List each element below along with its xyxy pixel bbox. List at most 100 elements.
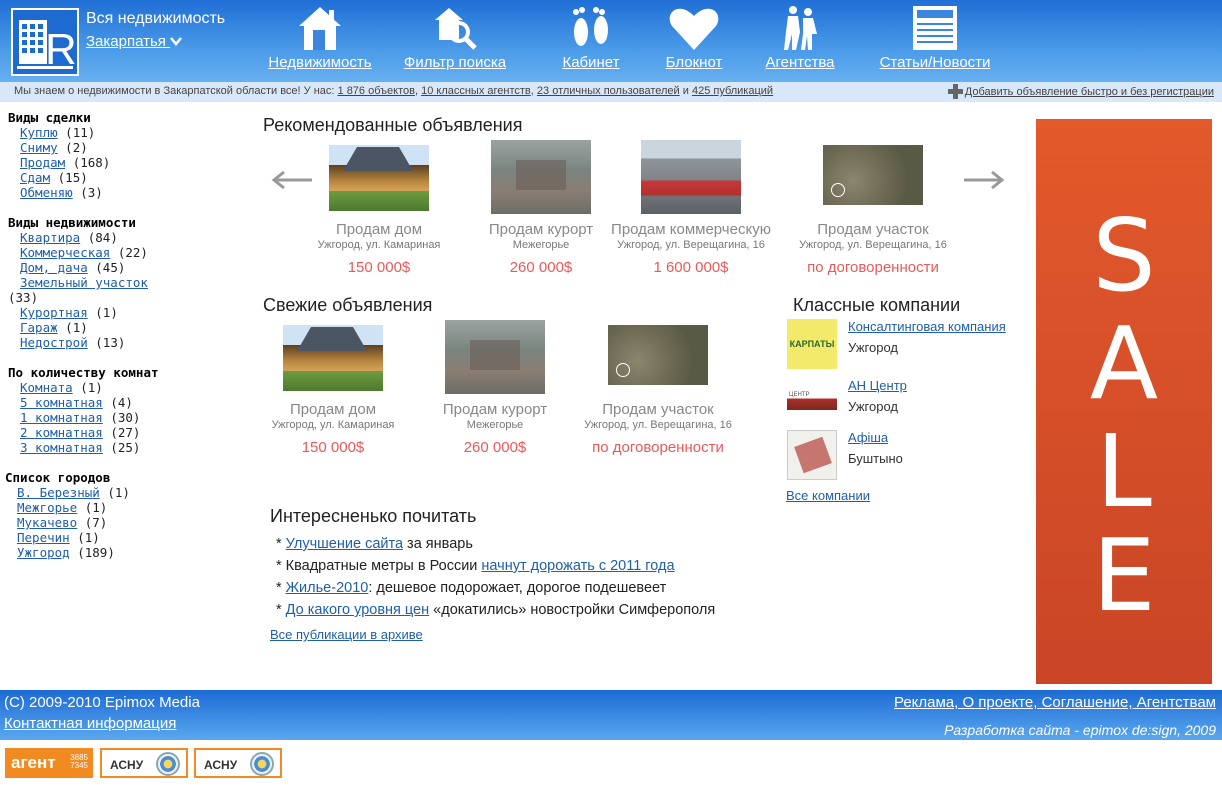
listing-title[interactable]: Продам коммерческую — [606, 221, 776, 238]
sidebar-link[interactable]: 1 комнатная — [20, 410, 103, 425]
sidebar-link[interactable]: Сдам — [20, 170, 50, 185]
listing-title[interactable]: Продам дом — [248, 401, 418, 418]
asnu-label: АСНУ — [204, 758, 238, 772]
listing-price: 260 000$ — [463, 439, 527, 456]
sidebar-link[interactable]: Комната — [20, 380, 73, 395]
nav-label: Недвижимость — [268, 54, 372, 71]
asnu-badge[interactable]: АСНУ — [194, 748, 282, 778]
listing-title[interactable]: Продам курорт — [410, 401, 580, 418]
company-name[interactable]: Консалтинговая компания — [848, 319, 1006, 334]
site-logo[interactable]: R — [11, 8, 79, 76]
listing-photo[interactable] — [283, 325, 383, 391]
sidebar-item: 5 комнатная (4) — [8, 395, 188, 410]
listing-title[interactable]: Продам участок — [573, 401, 743, 418]
sidebar-link[interactable]: Квартира — [20, 230, 80, 245]
sidebar-link[interactable]: 3 комнатная — [20, 440, 103, 455]
item-count: (1) — [65, 320, 88, 335]
item-count: (1) — [77, 530, 100, 545]
listing-card[interactable]: Продам дом Ужгород, ул. Камариная 150 00… — [294, 145, 464, 276]
sidebar-link[interactable]: Коммерческая — [20, 245, 110, 260]
item-count: (3) — [80, 185, 103, 200]
sidebar-link[interactable]: Гараж — [20, 320, 58, 335]
sidebar-link[interactable]: 2 комнатная — [20, 425, 103, 440]
sale-letter: A — [1089, 305, 1159, 422]
sidebar-link[interactable]: Недострой — [20, 335, 88, 350]
listing-photo[interactable] — [608, 325, 708, 385]
contact-link[interactable]: Контактная информация — [4, 715, 176, 732]
item-count: (25) — [110, 440, 141, 455]
listing-title[interactable]: Продам участок — [788, 221, 958, 238]
company-logo[interactable] — [787, 430, 837, 480]
article-suffix: : дешевое подорожает, дорогое подешевеет — [368, 580, 667, 596]
archive-link[interactable]: Все публикации в архиве — [270, 627, 423, 642]
seal-icon — [250, 752, 274, 776]
listing-title[interactable]: Продам дом — [294, 221, 464, 238]
all-companies-link[interactable]: Все компании — [786, 488, 870, 503]
nav-realty[interactable]: Недвижимость — [262, 0, 378, 82]
article-link[interactable]: начнут дорожать с 2011 года — [481, 558, 674, 574]
pubs-link[interactable]: 425 публикаций — [692, 85, 773, 97]
sidebar-link[interactable]: Мукачево — [17, 515, 77, 530]
article-link[interactable]: До какого уровня цен — [286, 602, 429, 618]
company-city: Ужгород — [848, 340, 898, 355]
sidebar-link[interactable]: Ужгород — [17, 545, 70, 560]
listing-card[interactable]: Продам коммерческую Ужгород, ул. Верещаг… — [606, 140, 776, 276]
listing-photo[interactable] — [445, 320, 545, 394]
arrow-right-icon[interactable] — [962, 170, 1006, 190]
article-prefix: * Квадратные метры в России — [276, 558, 482, 574]
company-name[interactable]: АН Центр — [848, 378, 907, 393]
agents-link[interactable]: 10 классных агентств — [421, 85, 531, 97]
listing-address: Ужгород, ул. Верещагина, 16 — [617, 239, 765, 251]
sidebar-link[interactable]: Куплю — [20, 125, 58, 140]
sidebar-link[interactable]: Сниму — [20, 140, 58, 155]
sidebar-link[interactable]: Перечин — [17, 530, 70, 545]
listing-photo[interactable] — [329, 145, 429, 211]
sidebar-link[interactable]: Земельный участок — [20, 275, 148, 290]
listing-card[interactable]: Продам дом Ужгород, ул. Камариная 150 00… — [248, 325, 418, 456]
article-link[interactable]: Жилье-2010 — [286, 580, 369, 596]
sidebar-link[interactable]: Обменяю — [20, 185, 73, 200]
article-link[interactable]: Улучшение сайта — [286, 536, 403, 552]
listing-card[interactable]: Продам участок Ужгород, ул. Верещагина, … — [573, 325, 743, 456]
nav-notebook[interactable]: Блокнот — [658, 0, 730, 82]
agent-badge[interactable]: агент 3885 7345 — [5, 748, 93, 778]
sale-banner[interactable]: S A L E — [1036, 119, 1212, 684]
listing-card[interactable]: Продам участок Ужгород, ул. Верещагина, … — [788, 145, 958, 276]
listing-photo[interactable] — [491, 140, 591, 214]
asnu-badge[interactable]: АСНУ — [100, 748, 188, 778]
sidebar-item: Ужгород (189) — [5, 545, 188, 560]
stats-prefix: Мы знаем о недвижимости в Закарпатской о… — [14, 85, 335, 97]
listing-photo[interactable] — [641, 140, 741, 214]
company-logo[interactable]: КАРПАТЫ — [787, 319, 837, 369]
listing-card[interactable]: Продам курорт Межегорье 260 000$ — [410, 320, 580, 456]
sidebar-link[interactable]: В. Березный — [17, 485, 100, 500]
sidebar-link[interactable]: Дом, дача — [20, 260, 88, 275]
nav-cabinet[interactable]: Кабинет — [556, 0, 626, 82]
region-selector[interactable]: Закарпатья — [86, 33, 183, 50]
objects-link[interactable]: 1 876 объектов — [338, 85, 415, 97]
company-name[interactable]: Афіша — [848, 430, 888, 445]
item-count: (45) — [95, 260, 126, 275]
nav-label: Агентства — [765, 54, 835, 71]
company-logo[interactable]: ЦЕНТР — [787, 392, 837, 410]
listing-photo[interactable] — [823, 145, 923, 205]
realty-types: Виды недвижимости Квартира (84) Коммерче… — [8, 215, 188, 350]
nav-search-filter[interactable]: Фильтр поиска — [398, 0, 512, 82]
company-city: Ужгород — [848, 399, 898, 414]
reading-section: Интересненько почитать * Улучшение сайта… — [270, 506, 790, 644]
company-city: Буштыно — [848, 451, 903, 466]
sidebar-link[interactable]: Продам — [20, 155, 65, 170]
users-link[interactable]: 23 отличных пользователей — [537, 85, 680, 97]
listing-card[interactable]: Продам курорт Межегорье 260 000$ — [456, 140, 626, 276]
sidebar-link[interactable]: Межгорье — [17, 500, 77, 515]
listing-title[interactable]: Продам курорт — [456, 221, 626, 238]
sidebar-link[interactable]: Курортная — [20, 305, 88, 320]
sidebar-link[interactable]: 5 комнатная — [20, 395, 103, 410]
add-ad-link[interactable]: Добавить объявление быстро и без регистр… — [947, 84, 1214, 99]
sidebar: Виды сделки Куплю (11) Сниму (2) Продам … — [5, 110, 188, 575]
nav-agencies[interactable]: Агентства — [758, 0, 842, 82]
article-prefix: * — [276, 602, 286, 618]
footer-links[interactable]: Реклама, О проекте, Соглашение, Агентств… — [894, 694, 1216, 711]
nav-articles[interactable]: Статьи/Новости — [872, 0, 998, 82]
sidebar-item: Дом, дача (45) — [8, 260, 188, 275]
